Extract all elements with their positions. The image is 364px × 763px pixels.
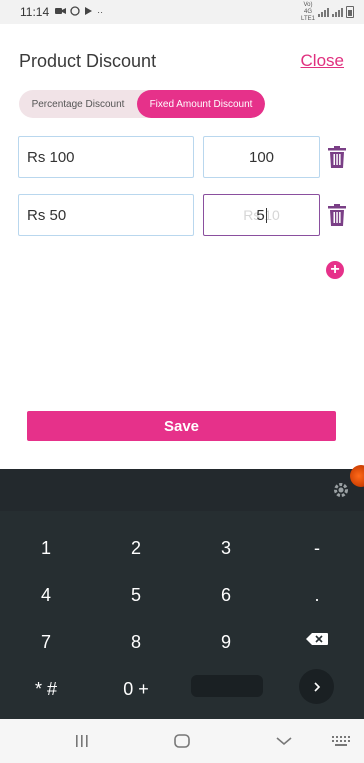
home-icon[interactable] — [162, 719, 202, 763]
key-period[interactable]: . — [277, 575, 357, 615]
close-link[interactable]: Close — [301, 51, 344, 71]
key-6[interactable]: 6 — [186, 575, 266, 615]
status-time: 11:14 — [20, 5, 50, 19]
key-2[interactable]: 2 — [96, 528, 176, 568]
back-icon[interactable] — [264, 719, 304, 763]
system-nav-bar — [0, 719, 364, 763]
add-circle-icon[interactable]: + — [326, 261, 344, 279]
key-1[interactable]: 1 — [6, 528, 86, 568]
price-value: Rs 50 — [27, 206, 67, 224]
notification-icons: ·· — [55, 6, 103, 18]
key-9[interactable]: 9 — [186, 622, 266, 662]
play-store-icon — [84, 6, 93, 18]
app-screen: 11:14 ·· Vo) 4G LTE1 Product Discount Cl… — [0, 0, 364, 763]
whatsapp-icon — [70, 6, 80, 18]
gear-icon[interactable] — [332, 481, 350, 499]
dialog-header: Product Discount Close — [19, 50, 344, 72]
signal-icon — [318, 7, 329, 17]
key-7[interactable]: 7 — [6, 622, 86, 662]
chevron-right-icon — [313, 681, 320, 692]
price-field[interactable]: Rs 50 — [18, 194, 194, 236]
key-3[interactable]: 3 — [186, 528, 266, 568]
signal-2-icon — [332, 7, 343, 17]
status-bar: 11:14 ·· Vo) 4G LTE1 — [0, 0, 364, 24]
network-label: Vo) 4G LTE1 — [301, 1, 315, 22]
key-star-hash[interactable]: * # — [6, 669, 86, 709]
key-4[interactable]: 4 — [6, 575, 86, 615]
trash-icon[interactable] — [328, 146, 346, 168]
backspace-key[interactable] — [277, 619, 357, 659]
enter-key[interactable] — [299, 669, 334, 704]
price-field[interactable]: Rs 100 — [18, 136, 194, 178]
keyboard-toolbar — [0, 465, 364, 511]
floating-bubble[interactable] — [350, 465, 364, 487]
key-zero-plus[interactable]: 0 + — [96, 669, 176, 709]
more-dots-icon: ·· — [97, 7, 104, 17]
amount-value: 100 — [248, 148, 275, 166]
key-8[interactable]: 8 — [96, 622, 176, 662]
page-title: Product Discount — [19, 50, 157, 71]
key-minus[interactable]: - — [277, 528, 357, 568]
discount-row: Rs 100 100 — [18, 136, 358, 178]
status-right: Vo) 4G LTE1 — [301, 2, 354, 23]
backspace-icon — [306, 633, 328, 645]
amount-typed-value: 5 — [256, 206, 267, 224]
trash-icon[interactable] — [328, 204, 346, 226]
segment-fixed-amount-discount[interactable]: Fixed Amount Discount — [137, 90, 265, 118]
battery-icon — [346, 6, 354, 18]
segment-percentage-discount[interactable]: Percentage Discount — [19, 90, 137, 118]
price-value: Rs 100 — [27, 148, 75, 166]
video-icon — [55, 7, 67, 17]
discount-type-toggle: Percentage Discount Fixed Amount Discoun… — [19, 90, 265, 118]
recents-icon[interactable] — [62, 719, 102, 763]
save-button[interactable]: Save — [27, 411, 336, 441]
amount-field-focused[interactable]: Rs 10 5 — [203, 194, 320, 236]
text-caret — [265, 208, 267, 224]
keyboard-icon[interactable] — [326, 719, 356, 763]
numeric-keyboard: 1 2 3 - 4 5 6 . 7 8 9 * # 0 + — [0, 511, 364, 719]
discount-row: Rs 50 Rs 10 5 — [18, 194, 358, 236]
key-5[interactable]: 5 — [96, 575, 176, 615]
amount-field[interactable]: 100 — [203, 136, 320, 178]
space-key[interactable] — [191, 675, 263, 697]
